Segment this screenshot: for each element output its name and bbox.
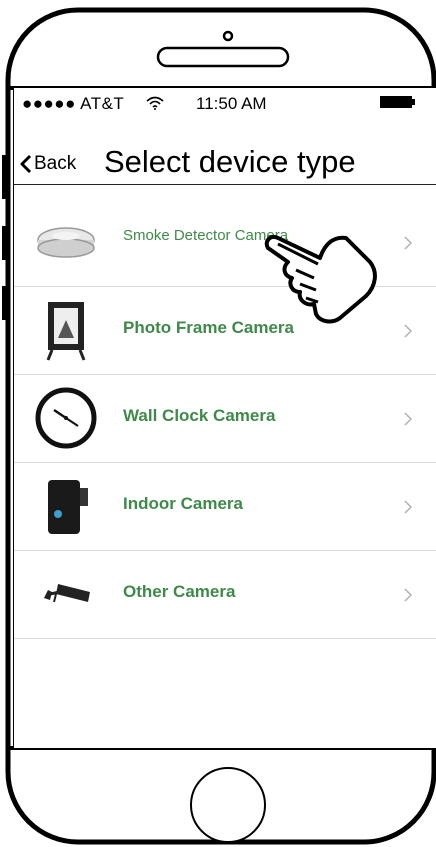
device-label: Other Camera bbox=[123, 582, 236, 601]
security-camera-icon bbox=[44, 584, 90, 603]
chevron-right-icon bbox=[404, 412, 412, 426]
app-screen: ●●●●● AT&T 11:50 AM Back Select device t… bbox=[14, 88, 436, 748]
back-button[interactable]: Back bbox=[20, 148, 76, 180]
carrier-label: ●●●●● AT&T bbox=[22, 94, 125, 113]
photo-frame-icon bbox=[46, 302, 86, 361]
pointing-hand-icon bbox=[264, 235, 377, 324]
device-row-wall-clock[interactable]: Wall Clock Camera bbox=[14, 374, 436, 463]
wall-clock-icon bbox=[35, 387, 97, 449]
wifi-icon bbox=[146, 96, 164, 110]
device-row-indoor-camera[interactable]: Indoor Camera bbox=[14, 462, 436, 551]
chevron-right-icon bbox=[404, 324, 412, 338]
chevron-left-icon bbox=[20, 154, 32, 174]
chevron-right-icon bbox=[404, 588, 412, 602]
smoke-detector-icon bbox=[37, 227, 95, 258]
chevron-right-icon bbox=[404, 500, 412, 514]
page-title: Select device type bbox=[104, 144, 356, 179]
battery-icon bbox=[380, 96, 412, 108]
status-time: 11:50 AM bbox=[196, 94, 267, 113]
indoor-camera-icon bbox=[48, 480, 88, 534]
device-label: Indoor Camera bbox=[123, 494, 243, 513]
chevron-right-icon bbox=[404, 236, 412, 250]
device-label: Wall Clock Camera bbox=[123, 406, 276, 425]
navigation-bar: Back Select device type bbox=[14, 142, 436, 185]
battery-tip bbox=[412, 99, 415, 105]
home-button[interactable] bbox=[190, 767, 266, 843]
device-row-other-camera[interactable]: Other Camera bbox=[14, 550, 436, 639]
status-bar: ●●●●● AT&T 11:50 AM bbox=[14, 88, 436, 124]
back-label: Back bbox=[34, 153, 77, 174]
